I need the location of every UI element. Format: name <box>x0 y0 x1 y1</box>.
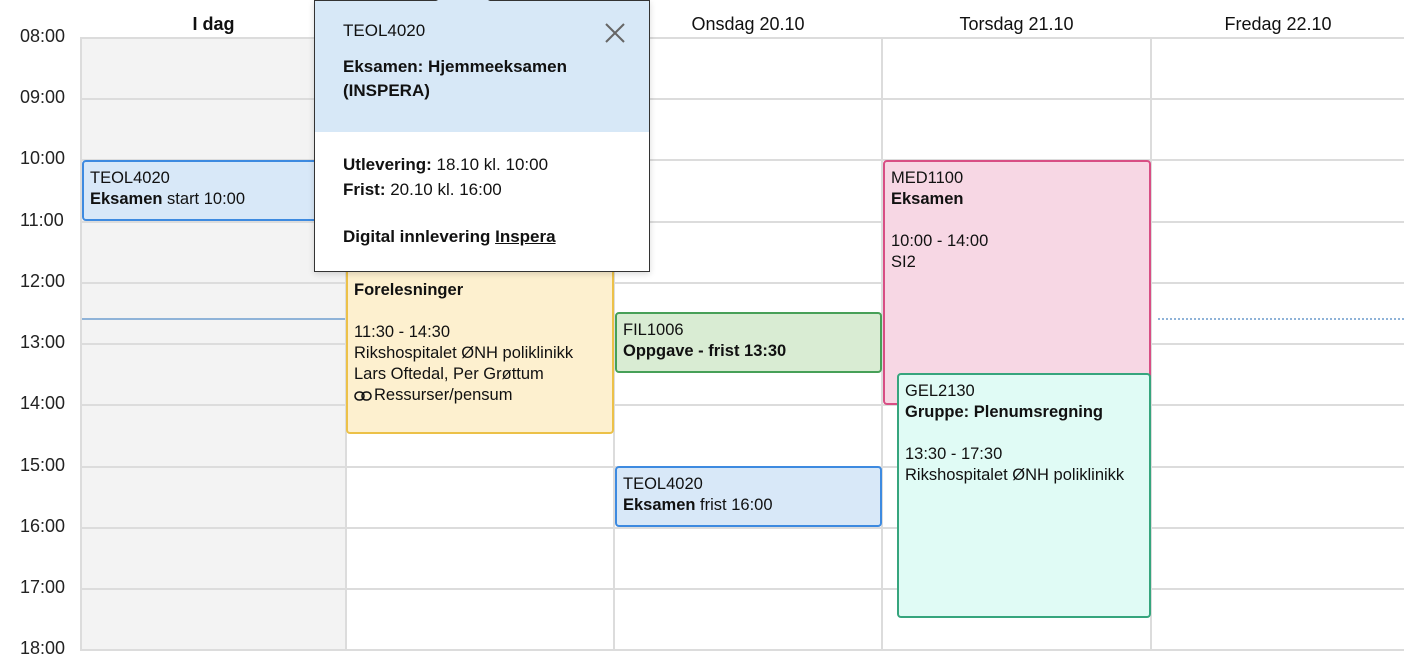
event-teol4020-wednesday[interactable]: TEOL4020 Eksamen frist 16:00 <box>615 466 882 527</box>
hour-label: 13:00 <box>20 332 66 352</box>
event-forelesninger[interactable]: Forelesninger 11:30 - 14:30 Rikshospital… <box>346 250 614 434</box>
event-title: Eksamen <box>90 190 163 208</box>
hour-label: 09:00 <box>20 87 66 107</box>
event-title: Gruppe: Plenumsregning <box>905 403 1104 421</box>
hour-gridline <box>80 527 1404 529</box>
inspera-link[interactable]: Inspera <box>495 227 555 246</box>
event-code: GEL2130 <box>905 382 975 400</box>
resources-link[interactable]: Ressurser/pensum <box>354 385 606 406</box>
hour-label: 16:00 <box>20 516 66 536</box>
event-teol4020-today[interactable]: TEOL4020 Eksamen start 10:00 <box>82 160 322 221</box>
hour-gridline <box>80 649 1404 651</box>
delivery-row: Digital innlevering Inspera <box>343 227 556 246</box>
event-med1100[interactable]: MED1100 Eksamen 10:00 - 14:00 SI2 <box>883 160 1151 405</box>
hour-gridline <box>80 282 1404 284</box>
event-location: SI2 <box>891 253 916 271</box>
hour-gridline <box>80 37 1404 39</box>
event-code: FIL1006 <box>623 321 684 339</box>
event-title: Eksamen <box>891 190 964 208</box>
popover-arrow <box>435 0 491 1</box>
event-time: 13:30 - 17:30 <box>905 445 1003 463</box>
close-icon[interactable] <box>603 21 627 45</box>
popover-header: TEOL4020 Eksamen: Hjemmeeksamen (INSPERA… <box>315 1 649 132</box>
event-popover: TEOL4020 Eksamen: Hjemmeeksamen (INSPERA… <box>314 0 650 272</box>
resources-link-label: Ressurser/pensum <box>374 386 513 404</box>
popover-title: Eksamen: Hjemmeeksamen (INSPERA) <box>343 57 567 100</box>
event-time: 11:30 - 14:30 <box>354 323 451 341</box>
link-icon <box>354 390 372 401</box>
event-title: Eksamen <box>623 496 696 514</box>
event-time-note: frist 16:00 <box>695 496 773 514</box>
hour-gridline <box>80 98 1404 100</box>
hour-gridline <box>80 221 1404 223</box>
event-title: Forelesninger <box>354 281 464 299</box>
day-header-friday[interactable]: Fredag 22.10 <box>1152 14 1404 35</box>
current-time-line-dotted <box>1158 318 1404 320</box>
event-title-line: Eksamen start 10:00 <box>90 189 314 210</box>
event-fil1006[interactable]: FIL1006 Oppgave - frist 13:30 <box>615 312 882 373</box>
day-header-thursday[interactable]: Torsdag 21.10 <box>883 14 1150 35</box>
hour-gridline <box>80 588 1404 590</box>
hour-label: 14:00 <box>20 393 66 413</box>
current-time-line <box>82 318 345 320</box>
event-time: 10:00 - 14:00 <box>891 232 989 250</box>
hour-label: 11:00 <box>20 210 64 230</box>
hour-label: 12:00 <box>20 271 66 291</box>
event-code: MED1100 <box>891 169 964 187</box>
event-location: Rikshospitalet ØNH poliklinikk <box>354 344 574 362</box>
hour-gridline <box>80 404 1404 406</box>
handout-row: Utlevering: 18.10 kl. 10:00 <box>343 155 549 174</box>
popover-body: Utlevering: 18.10 kl. 10:00 Frist: 20.10… <box>315 132 649 269</box>
hour-label: 17:00 <box>20 577 66 597</box>
event-location: Rikshospitalet ØNH poliklinikk <box>905 466 1125 484</box>
event-gel2130[interactable]: GEL2130 Gruppe: Plenumsregning 13:30 - 1… <box>897 373 1151 618</box>
deadline-row: Frist: 20.10 kl. 16:00 <box>343 180 502 199</box>
day-divider <box>80 37 82 649</box>
event-title-line: Eksamen frist 16:00 <box>623 495 874 516</box>
event-time-note: start 10:00 <box>162 190 246 208</box>
hour-label: 10:00 <box>20 148 66 168</box>
day-header-today[interactable]: I dag <box>82 14 345 35</box>
hour-label: 15:00 <box>20 455 66 475</box>
event-lecturers: Lars Oftedal, Per Grøttum <box>354 365 544 383</box>
popover-course-code: TEOL4020 <box>343 21 426 40</box>
event-code: TEOL4020 <box>90 169 170 187</box>
event-code: TEOL4020 <box>623 475 703 493</box>
hour-label: 08:00 <box>20 26 66 46</box>
event-title: Oppgave - frist 13:30 <box>623 342 787 360</box>
day-header-wednesday[interactable]: Onsdag 20.10 <box>615 14 881 35</box>
